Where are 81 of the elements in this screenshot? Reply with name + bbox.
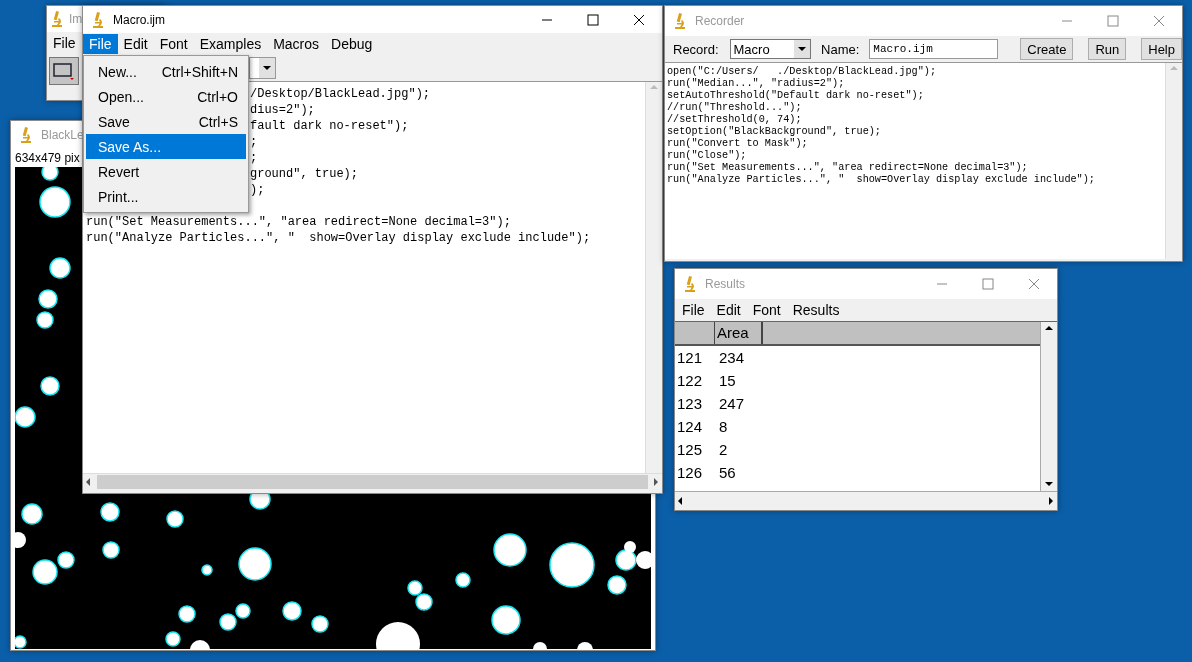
- window-title: Results: [705, 277, 745, 291]
- table-cell: 56: [719, 464, 736, 481]
- microscope-icon: [91, 10, 105, 29]
- menu-item[interactable]: Macros: [267, 34, 326, 54]
- menu-item[interactable]: Save As...: [86, 134, 246, 159]
- code-line: run("Convert to Mask");: [667, 138, 809, 150]
- code-line: ;: [250, 150, 258, 166]
- rectangle-icon: [52, 61, 76, 81]
- menu-item[interactable]: Edit: [117, 34, 154, 54]
- toolbar-button[interactable]: Run: [1088, 38, 1127, 60]
- code-line: setAutoThreshold("Default dark no-reset");: [667, 90, 925, 102]
- row-number: 121: [676, 349, 704, 366]
- record-label: Record:: [673, 41, 719, 57]
- menu-item[interactable]: File: [676, 300, 711, 320]
- code-line: /Desktop/BlackLead.jpg");: [250, 86, 431, 102]
- menu-item-label: Print...: [98, 188, 139, 205]
- menu-item[interactable]: Open... Ctrl+O: [86, 84, 246, 109]
- menu-item[interactable]: Debug: [325, 34, 379, 54]
- microscope-icon: [673, 12, 687, 30]
- menu-item[interactable]: Revert: [86, 159, 246, 184]
- dropdown[interactable]: [249, 57, 276, 79]
- code-line: setOption("BlackBackground", true);: [667, 126, 882, 138]
- window-title: Recorder: [695, 14, 745, 28]
- menu-item[interactable]: Save Ctrl+S: [86, 109, 246, 134]
- code-line: dius=2");: [250, 102, 315, 118]
- menu-item-label: Open...: [98, 88, 144, 105]
- microscope-icon: [19, 126, 33, 144]
- code-line: run("Analyze Particles...", " show=Overlay display exclude include");: [86, 230, 591, 246]
- table-cell: 247: [719, 395, 745, 412]
- code-line: run("Set Measurements...", "area redirect=None decimal=3");: [86, 214, 511, 230]
- shortcut-label: Ctrl+S: [198, 113, 238, 130]
- record-dropdown[interactable]: Macro: [729, 39, 812, 59]
- toolbar-button[interactable]: Create: [1020, 38, 1074, 60]
- menu-item-label: Revert: [98, 163, 140, 180]
- name-field[interactable]: Macro.ijm: [869, 39, 999, 59]
- menu-item-label: Save As...: [98, 138, 162, 155]
- code-line: run("Close");: [667, 150, 748, 162]
- menu-item[interactable]: Font: [746, 300, 787, 320]
- image-info: 634x479 pix: [15, 151, 80, 165]
- menu-item-label: New...: [98, 63, 137, 80]
- code-line: );: [250, 182, 265, 198]
- menu-item-label: Save: [98, 113, 130, 130]
- menu-item[interactable]: Examples: [193, 34, 268, 54]
- row-number: 125: [676, 441, 704, 458]
- menu-item[interactable]: New... Ctrl+Shift+N: [86, 59, 246, 84]
- table-cell: 8: [719, 418, 728, 435]
- window-title: BlackLe: [41, 128, 84, 142]
- row-number: 122: [676, 372, 704, 389]
- table-cell: 234: [719, 349, 745, 366]
- name-label: Name:: [821, 41, 860, 57]
- column-header[interactable]: Area: [715, 322, 763, 344]
- code-line: ;: [250, 134, 258, 150]
- menu-item[interactable]: Font: [153, 34, 194, 54]
- code-line: //setThreshold(0, 74);: [667, 114, 803, 126]
- horizontal-scrollbar[interactable]: [675, 491, 1057, 510]
- code-line: ground", true);: [250, 166, 359, 182]
- code-line: run("Set Measurements...", "area redirect=None decimal=3");: [667, 162, 1029, 174]
- code-line: run("Median...", "radius=2");: [667, 78, 846, 90]
- code-line: fault dark no-reset");: [250, 118, 409, 134]
- microscope-icon: [683, 275, 697, 293]
- code-line: run("Analyze Particles...", " show=Overlay display exclude include");: [667, 174, 1096, 186]
- menu-item[interactable]: File: [47, 33, 82, 53]
- row-number: 124: [676, 418, 704, 435]
- menu-item[interactable]: Print...: [86, 184, 246, 209]
- table-cell: 2: [719, 441, 728, 458]
- shortcut-label: Ctrl+O: [197, 88, 238, 105]
- shortcut-label: Ctrl+Shift+N: [161, 63, 238, 80]
- window-title: Macro.ijm: [113, 12, 165, 27]
- code-line: open("C:/Users/ ./Desktop/BlackLead.jpg");: [667, 66, 937, 78]
- code-line: //run("Threshold...");: [667, 102, 803, 114]
- row-number: 126: [676, 464, 704, 481]
- table-cell: 15: [719, 372, 736, 389]
- toolbar-button[interactable]: Help: [1141, 38, 1182, 60]
- menu-item[interactable]: Results: [786, 300, 846, 320]
- row-number: 123: [676, 395, 704, 412]
- vertical-scrollbar[interactable]: [1040, 322, 1057, 491]
- window-title: Im: [69, 12, 83, 26]
- menu-item[interactable]: File: [83, 34, 118, 54]
- rectangle-tool-button[interactable]: [49, 57, 79, 85]
- menu-item[interactable]: Edit: [710, 300, 747, 320]
- microscope-icon: [50, 10, 64, 28]
